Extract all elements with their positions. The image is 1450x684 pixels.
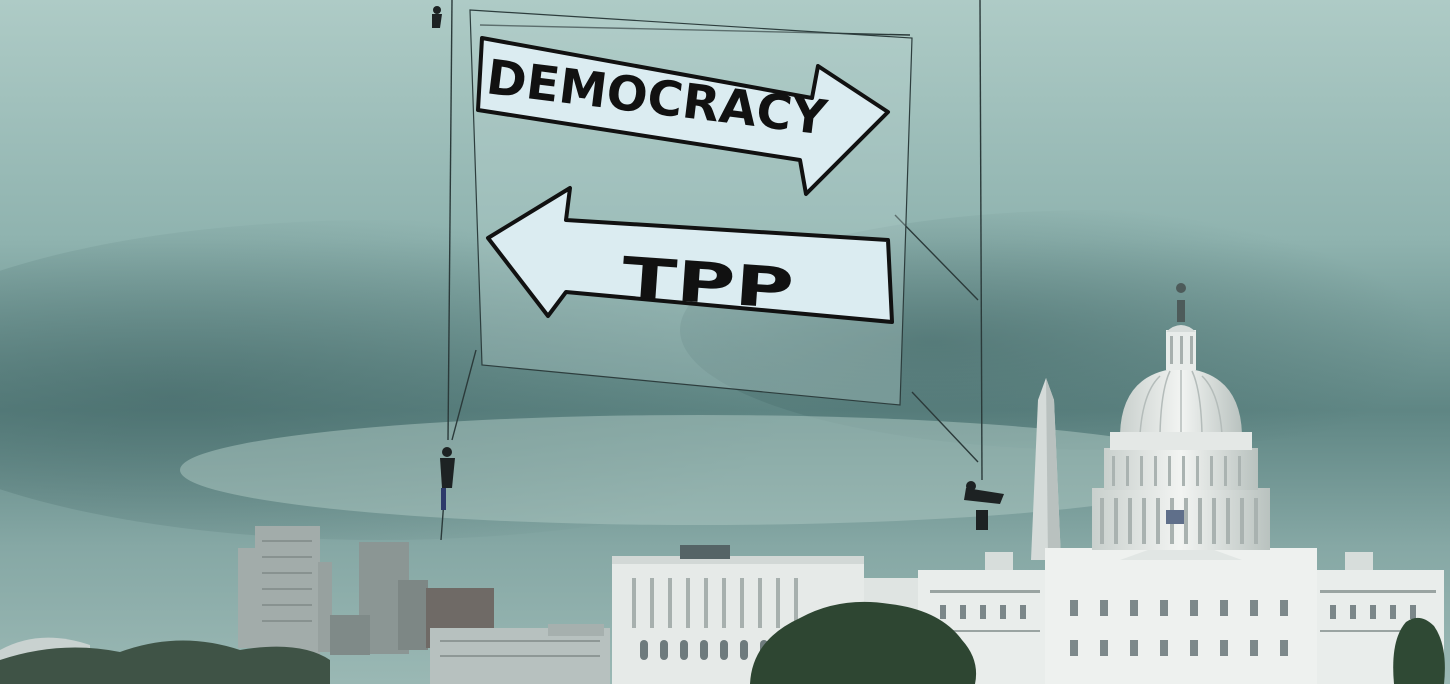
statue-of-freedom	[1177, 300, 1185, 322]
flag	[1166, 510, 1184, 524]
scene-svg: DEMOCRACY TPP	[0, 0, 1450, 684]
photo-scene: DEMOCRACY TPP	[0, 0, 1450, 684]
tpp-text: TPP	[620, 246, 796, 323]
light-cloud	[180, 415, 1220, 525]
